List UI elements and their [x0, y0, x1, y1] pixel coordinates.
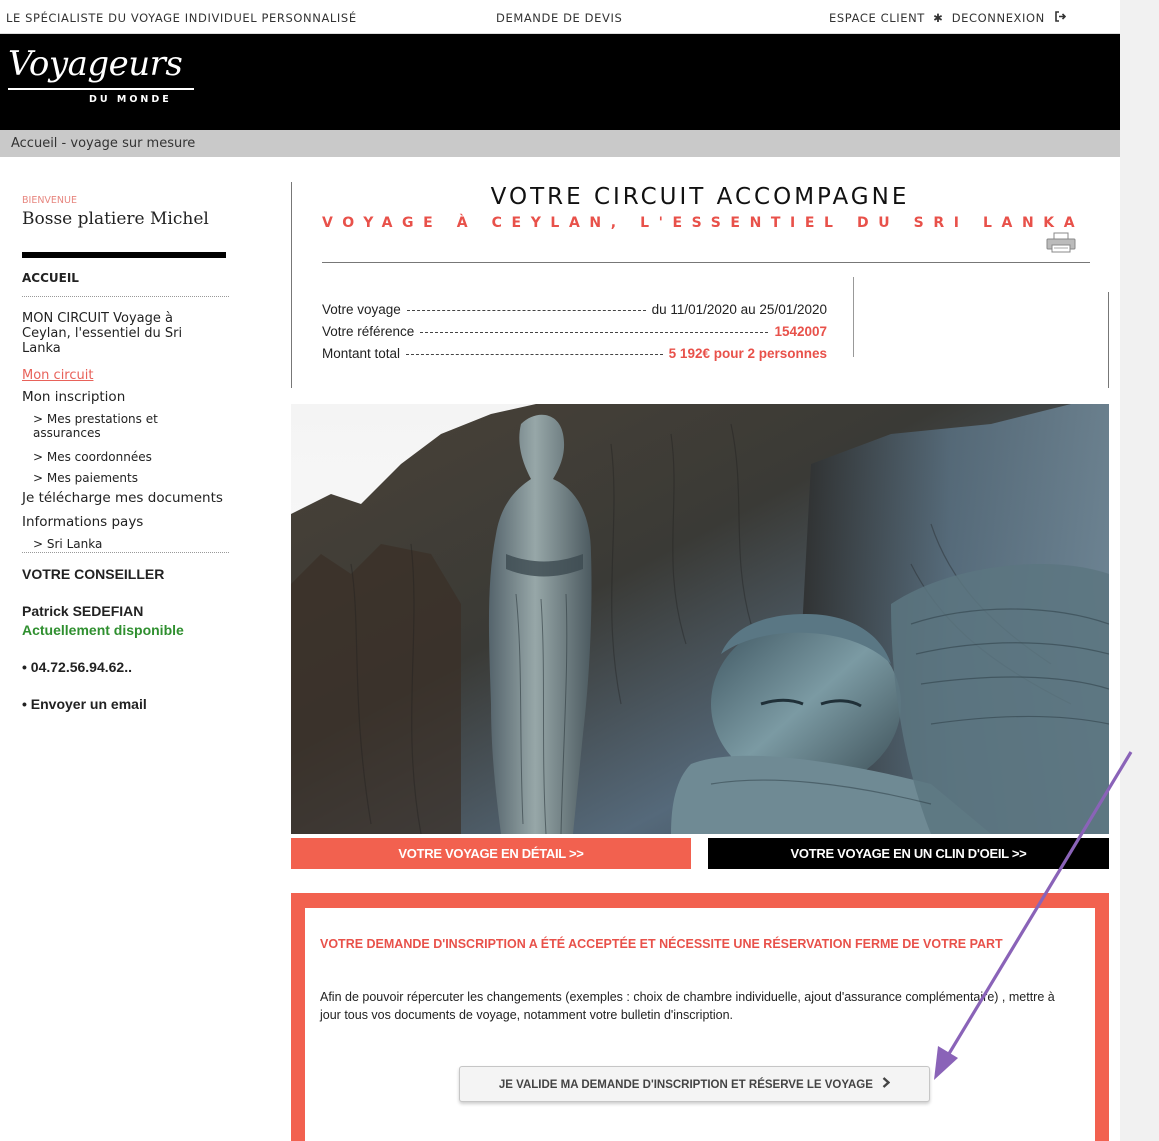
trip-dates-value: du 11/01/2020 au 25/01/2020	[651, 302, 827, 317]
validate-booking-label: JE VALIDE MA DEMANDE D'INSCRIPTION ET RÉ…	[498, 1079, 873, 1091]
trip-dates-row: Votre voyage du 11/01/2020 au 25/01/2020	[322, 302, 827, 317]
booking-alert-title: VOTRE DEMANDE D'INSCRIPTION A ÉTÉ ACCEPT…	[320, 937, 1003, 951]
sidebar-item-sri-lanka[interactable]: > Sri Lanka	[33, 537, 102, 551]
advisor-heading: VOTRE CONSEILLER	[22, 566, 165, 582]
sidebar-item-paiements[interactable]: > Mes paiements	[33, 471, 138, 485]
leader-dashes	[420, 332, 769, 333]
sidebar-item-mon-circuit[interactable]: Mon circuit	[22, 368, 93, 383]
summary-divider	[853, 277, 854, 357]
print-icon[interactable]	[1045, 232, 1079, 254]
reference-value: 1542007	[774, 324, 827, 339]
brand-logo[interactable]: Voyageurs	[8, 44, 183, 84]
client-space-link[interactable]: ESPACE CLIENT	[829, 11, 925, 25]
trip-detail-button[interactable]: VOTRE VOYAGE EN DÉTAIL >>	[291, 838, 691, 869]
breadcrumb[interactable]: Accueil - voyage sur mesure	[0, 130, 1120, 157]
logout-link[interactable]: DECONNEXION	[952, 11, 1045, 25]
sidebar-item-documents[interactable]: Je télécharge mes documents	[22, 490, 223, 506]
advisor-email-link[interactable]: • Envoyer un email	[22, 696, 147, 712]
reference-row: Votre référence 1542007	[322, 324, 827, 339]
title-rule	[322, 262, 1090, 263]
summary-border-left	[291, 182, 292, 388]
brand-logo-subtitle: DU MONDE	[89, 94, 172, 105]
user-name: Bosse platiere Michel	[22, 209, 209, 229]
sidebar-item-circuit[interactable]: MON CIRCUIT Voyage à Ceylan, l'essentiel…	[22, 311, 222, 356]
total-value: 5 192€ pour 2 personnes	[668, 346, 827, 361]
reference-label: Votre référence	[322, 324, 415, 339]
advisor-availability: Actuellement disponible	[22, 622, 184, 638]
trip-dates-label: Votre voyage	[322, 302, 401, 317]
chevron-right-icon	[882, 1067, 891, 1101]
welcome-label: BIENVENUE	[22, 195, 77, 206]
summary-border-right	[1108, 292, 1109, 388]
validate-booking-button[interactable]: JE VALIDE MA DEMANDE D'INSCRIPTION ET RÉ…	[459, 1066, 930, 1102]
sidebar-item-prestations[interactable]: > Mes prestations et assurances	[33, 412, 213, 440]
site-header: Voyageurs DU MONDE	[0, 34, 1120, 130]
dotted-divider	[22, 552, 229, 553]
account-links: ESPACE CLIENT ✱ DECONNEXION	[829, 11, 1067, 25]
sidebar-item-coordonnees[interactable]: > Mes coordonnées	[33, 450, 152, 464]
leader-dashes	[406, 354, 663, 355]
advisor-phone[interactable]: • 04.72.56.94.62..	[22, 659, 132, 675]
total-label: Montant total	[322, 346, 401, 361]
page-title: VOTRE CIRCUIT ACCOMPAGNE	[490, 184, 910, 210]
logout-icon[interactable]	[1055, 11, 1067, 25]
trip-overview-button[interactable]: VOTRE VOYAGE EN UN CLIN D'OEIL >>	[708, 838, 1109, 869]
destination-photo	[291, 404, 1109, 834]
separator-icon: ✱	[933, 11, 944, 25]
quote-request-link[interactable]: DEMANDE DE DEVIS	[496, 11, 622, 25]
booking-alert-text: Afin de pouvoir répercuter les changemen…	[320, 990, 1055, 1022]
dotted-divider	[22, 296, 229, 297]
page-scroll-gutter	[1120, 0, 1159, 1141]
sidebar-divider	[22, 252, 226, 258]
trip-name: VOYAGE À CEYLAN, L'ESSENTIEL DU SRI LANK…	[322, 215, 1085, 231]
sidebar-item-country-info[interactable]: Informations pays	[22, 514, 143, 530]
total-row: Montant total 5 192€ pour 2 personnes	[322, 346, 827, 361]
sidebar-item-home[interactable]: ACCUEIL	[22, 271, 79, 285]
top-bar: LE SPÉCIALISTE DU VOYAGE INDIVIDUEL PERS…	[0, 0, 1120, 34]
logo-underline	[8, 88, 194, 90]
tagline: LE SPÉCIALISTE DU VOYAGE INDIVIDUEL PERS…	[6, 11, 357, 25]
sidebar-item-inscription[interactable]: Mon inscription	[22, 389, 125, 405]
leader-dashes	[406, 310, 646, 311]
advisor-name: Patrick SEDEFIAN	[22, 603, 144, 619]
